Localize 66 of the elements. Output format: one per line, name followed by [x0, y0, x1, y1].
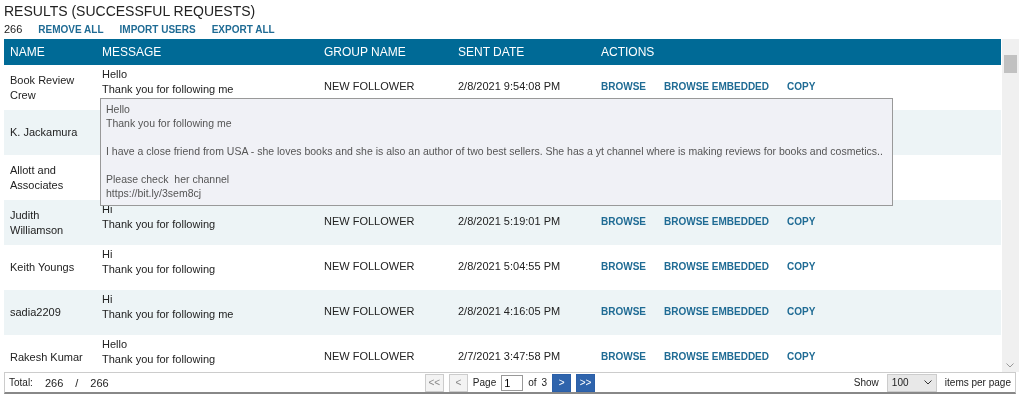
column-header: MESSAGE: [101, 44, 163, 60]
action-link[interactable]: BROWSE: [601, 349, 646, 364]
name-cell: Keith Youngs: [10, 260, 75, 275]
action-link[interactable]: COPY: [787, 349, 816, 364]
result-count: 266: [4, 23, 23, 35]
date-cell: 2/8/2021 5:04:55 PM: [458, 260, 561, 272]
group-cell: NEW FOLLOWER: [324, 80, 415, 92]
action-link[interactable]: COPY: [787, 79, 816, 94]
total-count: 266: [44, 376, 64, 389]
scrollbar[interactable]: [1002, 39, 1019, 372]
column-header: GROUP NAME: [323, 44, 407, 60]
action-link[interactable]: COPY: [787, 214, 816, 229]
page-title: RESULTS (SUCCESSFUL REQUESTS): [4, 2, 257, 21]
action-link[interactable]: COPY: [787, 259, 816, 274]
date-cell: 2/8/2021 4:16:05 PM: [458, 305, 561, 317]
column-header: SENT DATE: [457, 44, 526, 60]
action-link[interactable]: BROWSE EMBEDDED: [664, 349, 769, 364]
total-separator: /: [75, 376, 79, 389]
toolbar-link[interactable]: IMPORT USERS: [119, 23, 196, 35]
name-cell: K. Jackamura: [10, 125, 78, 140]
scroll-down-icon[interactable]: [1006, 363, 1014, 368]
name-cell-text: Book Review Crew: [10, 72, 76, 103]
page-label: Page: [472, 377, 497, 388]
group-cell: NEW FOLLOWER: [324, 260, 415, 272]
tooltip-text: I have a close friend from USA - she loves books and she is also an author of two best sellers. She has a yt channel where is making reviews for books and cosmetics..: [106, 144, 884, 158]
name-cell-text: Judith Williamson: [10, 207, 65, 238]
message-cell-text: Hi Thank you for following me: [102, 292, 235, 322]
action-link[interactable]: BROWSE: [601, 304, 646, 319]
total-count: 266: [90, 376, 109, 389]
toolbar-link[interactable]: EXPORT ALL: [211, 23, 275, 35]
column-header: NAME: [9, 44, 46, 60]
message-cell-text: Hello Thank you for following: [102, 337, 217, 367]
scrollbar-thumb[interactable]: [1004, 55, 1017, 73]
group-cell: NEW FOLLOWER: [324, 350, 415, 362]
message-cell-text: Hello Thank you for following me: [102, 67, 235, 97]
tooltip-text: Hello Thank you for following me: [106, 102, 233, 130]
name-cell-text: Allott and Associates: [10, 162, 65, 193]
action-link[interactable]: BROWSE: [601, 79, 646, 94]
date-cell: 2/7/2021 3:47:58 PM: [458, 350, 561, 362]
group-cell: NEW FOLLOWER: [324, 215, 415, 227]
action-link[interactable]: BROWSE EMBEDDED: [664, 304, 769, 319]
pager-button[interactable]: >>: [576, 373, 596, 392]
column-header: ACTIONS: [600, 44, 656, 60]
date-cell: 2/8/2021 5:19:01 PM: [458, 215, 561, 227]
action-link[interactable]: BROWSE: [601, 259, 646, 274]
per-page-select[interactable]: 100: [886, 373, 937, 392]
chevron-icon: [923, 380, 932, 385]
toolbar-link[interactable]: REMOVE ALL: [38, 23, 104, 35]
total-label: Total:: [9, 377, 33, 388]
action-link[interactable]: BROWSE EMBEDDED: [664, 259, 769, 274]
name-cell: Rakesh Kumar: [10, 350, 83, 365]
date-cell: 2/8/2021 9:54:08 PM: [458, 80, 561, 92]
of-label: of: [528, 377, 537, 388]
name-cell: sadia2209: [10, 305, 61, 320]
action-link[interactable]: COPY: [787, 304, 816, 319]
action-link[interactable]: BROWSE EMBEDDED: [664, 214, 769, 229]
message-cell-text: Hi Thank you for following: [102, 247, 217, 277]
show-label: Show: [853, 377, 879, 388]
pager-button[interactable]: >: [552, 373, 572, 392]
action-link[interactable]: BROWSE: [601, 214, 646, 229]
action-link[interactable]: BROWSE EMBEDDED: [664, 79, 769, 94]
page-count: 3: [541, 377, 548, 388]
tooltip-text: Please check her channel https://bit.ly/3sem8cj: [106, 172, 231, 200]
group-cell: NEW FOLLOWER: [324, 305, 415, 317]
per-page-label: items per page: [944, 377, 1011, 388]
page-input[interactable]: 1: [501, 374, 524, 391]
